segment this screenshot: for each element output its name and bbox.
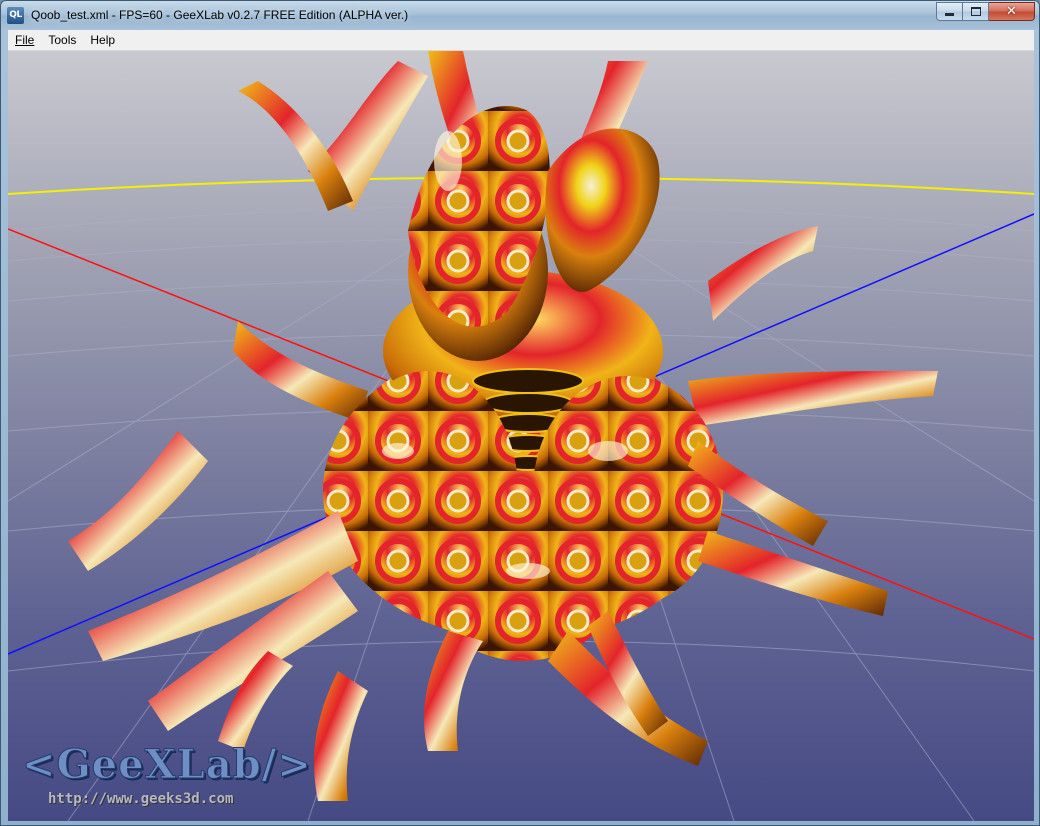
app-window: QL Qoob_test.xml - FPS=60 - GeeXLab v0.2… — [0, 0, 1040, 826]
geeks3d-url-watermark: http://www.geeks3d.com — [48, 791, 234, 807]
menu-file[interactable]: File — [8, 30, 41, 50]
render-viewport[interactable]: <GeeXLab/> http://www.geeks3d.com — [8, 51, 1034, 821]
menu-help-label: Help — [90, 33, 116, 47]
scene-canvas — [8, 51, 1034, 821]
menu-tools-label: Tools — [48, 33, 77, 47]
caption-buttons: ✕ — [936, 2, 1035, 21]
minimize-icon — [945, 13, 954, 16]
close-icon: ✕ — [1006, 4, 1017, 19]
menu-bar: File Tools Help — [8, 30, 1034, 51]
geexlab-logo: <GeeXLab/> — [22, 741, 312, 789]
qoob-3d-object — [68, 51, 938, 801]
window-title: Qoob_test.xml - FPS=60 - GeeXLab v0.2.7 … — [31, 8, 409, 22]
app-icon[interactable]: QL — [7, 7, 24, 24]
menu-help[interactable]: Help — [83, 30, 122, 50]
minimize-button[interactable] — [936, 2, 963, 21]
maximize-button[interactable] — [963, 2, 989, 21]
title-bar[interactable]: QL Qoob_test.xml - FPS=60 - GeeXLab v0.2… — [1, 1, 1039, 29]
close-button[interactable]: ✕ — [989, 2, 1035, 21]
maximize-icon — [970, 7, 981, 16]
menu-tools[interactable]: Tools — [41, 30, 83, 50]
menu-file-label: File — [15, 33, 35, 47]
